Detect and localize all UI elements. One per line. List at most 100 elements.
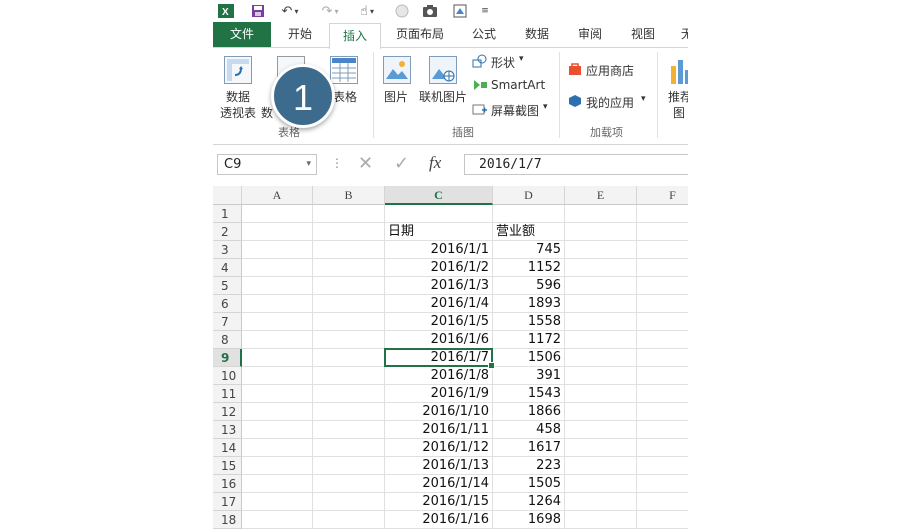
cell-b18[interactable] [313, 511, 385, 529]
column-header-b[interactable]: B [313, 186, 385, 205]
cell-e16[interactable] [565, 475, 637, 493]
cell-f6[interactable] [637, 295, 688, 313]
cell-d11[interactable]: 1543 [493, 385, 565, 403]
cell-f11[interactable] [637, 385, 688, 403]
cell-b5[interactable] [313, 277, 385, 295]
header-sales-cell[interactable]: 营业额 [493, 223, 565, 241]
cell-c1[interactable] [385, 205, 493, 223]
tab-partial[interactable]: 无 [671, 22, 688, 47]
redo-icon[interactable]: ↷ ▾ [317, 2, 343, 20]
cell-f15[interactable] [637, 457, 688, 475]
cell-b15[interactable] [313, 457, 385, 475]
camera-icon[interactable] [421, 2, 439, 20]
cell-d12[interactable]: 1866 [493, 403, 565, 421]
cell-e3[interactable] [565, 241, 637, 259]
cell-f16[interactable] [637, 475, 688, 493]
tab-file[interactable]: 文件 [213, 22, 271, 47]
cell-c10[interactable]: 2016/1/8 [385, 367, 493, 385]
cell-c15[interactable]: 2016/1/13 [385, 457, 493, 475]
insert-function-icon[interactable]: fx [429, 153, 441, 173]
cell-d1[interactable] [493, 205, 565, 223]
cell-e1[interactable] [565, 205, 637, 223]
cell-c16[interactable]: 2016/1/14 [385, 475, 493, 493]
tab-formulas[interactable]: 公式 [461, 22, 507, 47]
cell-f2[interactable] [637, 223, 688, 241]
cell-e6[interactable] [565, 295, 637, 313]
cell-a4[interactable] [242, 259, 313, 277]
circle-icon[interactable] [393, 2, 411, 20]
cell-a1[interactable] [242, 205, 313, 223]
row-header[interactable]: 7 [213, 313, 242, 331]
column-header-f[interactable]: F [637, 186, 688, 205]
cell-e5[interactable] [565, 277, 637, 295]
cell-b11[interactable] [313, 385, 385, 403]
worksheet-grid[interactable]: A B C D E F 1 2 日期 营业额 3 2016/1/1 745 4 2016/1/2 1152 5 2… [213, 186, 688, 530]
cell-b8[interactable] [313, 331, 385, 349]
cell-c17[interactable]: 2016/1/15 [385, 493, 493, 511]
row-header[interactable]: 2 [213, 223, 242, 241]
cell-a11[interactable] [242, 385, 313, 403]
cancel-icon[interactable]: ✕ [358, 153, 373, 174]
cell-d9[interactable]: 1506 [493, 349, 565, 367]
header-date-cell[interactable]: 日期 [385, 223, 493, 241]
row-header[interactable]: 1 [213, 205, 242, 223]
cell-a13[interactable] [242, 421, 313, 439]
cell-b2[interactable] [313, 223, 385, 241]
cell-b14[interactable] [313, 439, 385, 457]
cell-e8[interactable] [565, 331, 637, 349]
cell-d10[interactable]: 391 [493, 367, 565, 385]
cell-d15[interactable]: 223 [493, 457, 565, 475]
cell-d16[interactable]: 1505 [493, 475, 565, 493]
cell-a6[interactable] [242, 295, 313, 313]
tab-review[interactable]: 审阅 [567, 22, 613, 47]
cell-a17[interactable] [242, 493, 313, 511]
cell-e13[interactable] [565, 421, 637, 439]
cell-c11[interactable]: 2016/1/9 [385, 385, 493, 403]
cell-e15[interactable] [565, 457, 637, 475]
column-header-c[interactable]: C [385, 186, 493, 205]
touch-mode-icon[interactable]: ☝ ▾ [353, 2, 381, 20]
tab-data[interactable]: 数据 [513, 22, 561, 47]
cell-f4[interactable] [637, 259, 688, 277]
cell-a7[interactable] [242, 313, 313, 331]
cell-f3[interactable] [637, 241, 688, 259]
cell-e7[interactable] [565, 313, 637, 331]
row-header[interactable]: 13 [213, 421, 242, 439]
cell-c9[interactable]: 2016/1/7 [385, 349, 493, 367]
enter-icon[interactable]: ✓ [394, 153, 409, 174]
cell-c8[interactable]: 2016/1/6 [385, 331, 493, 349]
cell-b16[interactable] [313, 475, 385, 493]
cell-b17[interactable] [313, 493, 385, 511]
tab-page-layout[interactable]: 页面布局 [385, 22, 455, 47]
save-icon[interactable] [249, 2, 267, 20]
row-header[interactable]: 4 [213, 259, 242, 277]
cell-a12[interactable] [242, 403, 313, 421]
cell-e2[interactable] [565, 223, 637, 241]
cell-a5[interactable] [242, 277, 313, 295]
cell-d17[interactable]: 1264 [493, 493, 565, 511]
row-header[interactable]: 3 [213, 241, 242, 259]
cell-e18[interactable] [565, 511, 637, 529]
row-header[interactable]: 17 [213, 493, 242, 511]
cell-d14[interactable]: 1617 [493, 439, 565, 457]
cell-c6[interactable]: 2016/1/4 [385, 295, 493, 313]
cell-c7[interactable]: 2016/1/5 [385, 313, 493, 331]
row-header[interactable]: 10 [213, 367, 242, 385]
cell-d7[interactable]: 1558 [493, 313, 565, 331]
cell-a9[interactable] [242, 349, 313, 367]
cell-f8[interactable] [637, 331, 688, 349]
cell-f7[interactable] [637, 313, 688, 331]
cell-a2[interactable] [242, 223, 313, 241]
cell-f5[interactable] [637, 277, 688, 295]
row-header[interactable]: 9 [213, 349, 242, 367]
cell-d3[interactable]: 745 [493, 241, 565, 259]
cell-f12[interactable] [637, 403, 688, 421]
customize-qat-icon[interactable]: ≡ [479, 2, 491, 20]
cell-f9[interactable] [637, 349, 688, 367]
row-header[interactable]: 15 [213, 457, 242, 475]
cell-e17[interactable] [565, 493, 637, 511]
cell-a15[interactable] [242, 457, 313, 475]
cell-b4[interactable] [313, 259, 385, 277]
row-header[interactable]: 18 [213, 511, 242, 529]
cell-a14[interactable] [242, 439, 313, 457]
